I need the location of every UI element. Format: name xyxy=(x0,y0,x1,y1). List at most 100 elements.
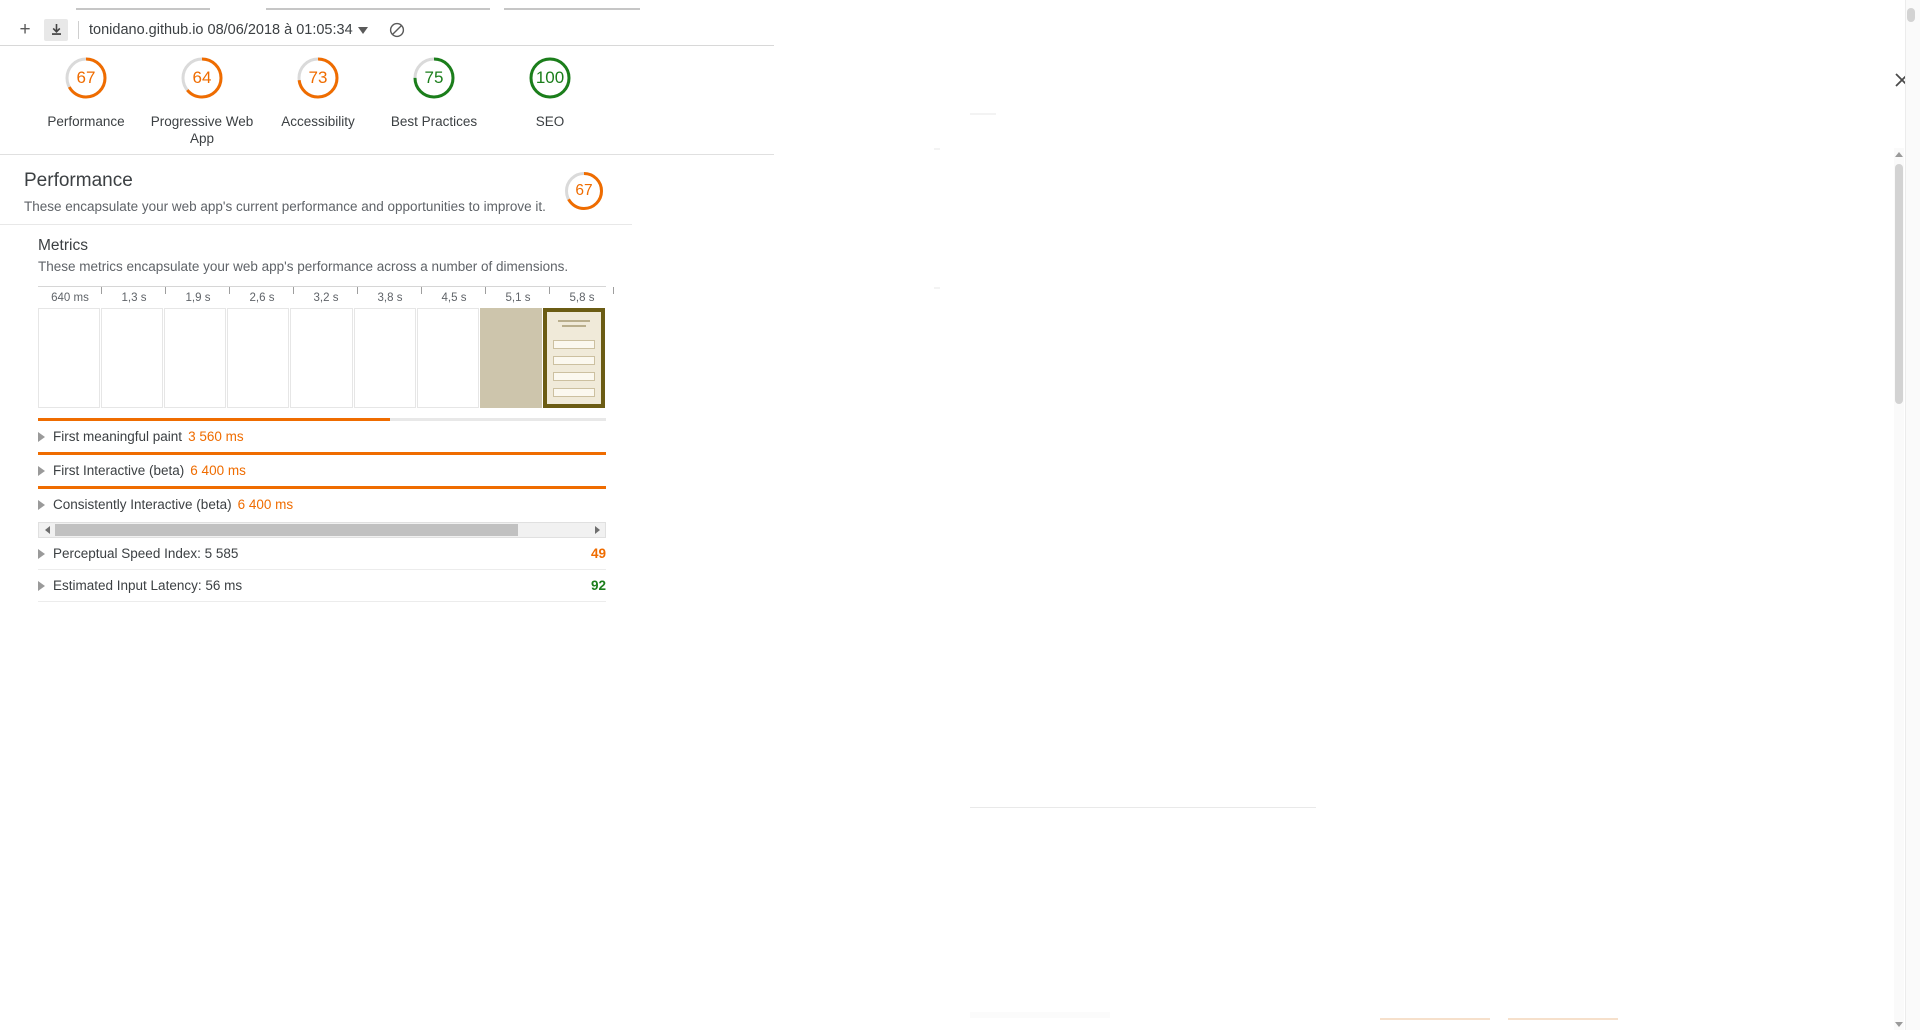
background-artifact xyxy=(934,148,940,150)
arrow-left-icon xyxy=(44,526,50,534)
arrow-down-icon xyxy=(1894,1021,1903,1027)
metric-row-consistently-interactive[interactable]: Consistently Interactive (beta) 6 400 ms xyxy=(38,489,606,520)
expand-triangle-icon[interactable] xyxy=(38,431,45,442)
export-report-button[interactable] xyxy=(44,18,68,41)
audits-toolbar: + tonidano.github.io 08/06/2018 à 01:05:… xyxy=(0,14,774,46)
scrollbar-thumb[interactable] xyxy=(1907,8,1915,22)
category-header: Performance These encapsulate your web a… xyxy=(0,156,632,224)
expand-triangle-icon[interactable] xyxy=(38,465,45,476)
metrics-section: Metrics These metrics encapsulate your w… xyxy=(0,224,632,602)
panel-vertical-scrollbar[interactable] xyxy=(1894,148,1904,1030)
tick-label: 4,5 s xyxy=(422,287,486,309)
frame-thumbnail xyxy=(546,312,601,404)
clear-all-button[interactable] xyxy=(384,18,410,42)
metric-row-first-interactive[interactable]: First Interactive (beta) 6 400 ms xyxy=(38,455,606,486)
tab-edge xyxy=(76,8,210,10)
gauge-seo[interactable]: 100 SEO xyxy=(492,55,608,130)
filmstrip-frame[interactable] xyxy=(290,308,353,408)
export-icon xyxy=(51,24,61,35)
filmstrip-frame[interactable] xyxy=(353,308,416,408)
filmstrip-frame[interactable] xyxy=(101,308,164,408)
metric-row-perceptual-speed-index[interactable]: Perceptual Speed Index: 5 585 49 xyxy=(38,538,606,569)
background-artifact xyxy=(970,807,1316,808)
gauge-value: 75 xyxy=(424,68,444,87)
plus-icon: + xyxy=(19,19,31,40)
background-artifact xyxy=(970,1012,1110,1018)
metric-progress-bar xyxy=(38,418,606,421)
gauge-ring: 100 xyxy=(527,55,573,101)
category-score-gauge: 67 xyxy=(563,170,605,212)
new-audit-button[interactable]: + xyxy=(12,18,38,42)
metric-row-first-meaningful-paint[interactable]: First meaningful paint 3 560 ms xyxy=(38,421,606,452)
gauge-label: SEO xyxy=(535,114,565,129)
metric-row-estimated-input-latency[interactable]: Estimated Input Latency: 56 ms 92 xyxy=(38,570,606,601)
gauge-progressive-web-app[interactable]: 64 Progressive Web App xyxy=(144,55,260,147)
tick-label: 1,3 s xyxy=(102,287,166,309)
outer-vertical-scrollbar[interactable] xyxy=(1905,0,1920,1030)
filmstrip-frame[interactable] xyxy=(38,308,101,408)
gauge-ring: 73 xyxy=(295,55,341,101)
toolbar-divider xyxy=(78,20,79,39)
scrollbar-thumb[interactable] xyxy=(1895,164,1903,404)
metric-name: First meaningful paint xyxy=(53,429,183,444)
devtools-audits-window: + tonidano.github.io 08/06/2018 à 01:05:… xyxy=(0,0,1920,1030)
background-artifact xyxy=(934,287,940,289)
tick-label: 5,8 s xyxy=(550,287,614,309)
filmstrip-ticks: 640 ms 1,3 s 1,9 s 2,6 s 3,2 s 3,8 s 4,5… xyxy=(38,286,614,309)
tick-label: 640 ms xyxy=(38,287,102,309)
gauge-value: 64 xyxy=(192,68,212,87)
metric-name: Perceptual Speed Index: 5 585 xyxy=(53,546,239,561)
background-artifact xyxy=(970,113,996,115)
tick-label: 3,2 s xyxy=(294,287,358,309)
page-title: Performance xyxy=(24,170,133,191)
expand-triangle-icon[interactable] xyxy=(38,499,45,510)
gauge-label: Best Practices xyxy=(390,114,478,129)
gauge-ring: 67 xyxy=(63,55,109,101)
horizontal-scrollbar[interactable] xyxy=(38,522,606,538)
metric-progress-fill xyxy=(38,486,606,489)
clear-icon xyxy=(389,22,404,37)
gauge-value: 73 xyxy=(308,68,328,87)
tick-label: 3,8 s xyxy=(358,287,422,309)
filmstrip-frame[interactable] xyxy=(416,308,479,408)
filmstrip-frames xyxy=(38,308,606,408)
metric-value: 6 400 ms xyxy=(190,463,246,478)
metric-progress-fill xyxy=(38,418,391,421)
gauge-value: 67 xyxy=(76,68,96,87)
category-score-value: 67 xyxy=(575,182,593,199)
score-gauges: 67 Performance 64 Progressive Web App 73… xyxy=(0,47,774,155)
row-divider xyxy=(38,601,606,602)
filmstrip-frame[interactable] xyxy=(164,308,227,408)
gauge-best-practices[interactable]: 75 Best Practices xyxy=(376,55,492,130)
scroll-down-button[interactable] xyxy=(1893,1018,1904,1030)
scroll-right-button[interactable] xyxy=(589,523,605,537)
gauge-ring: 75 xyxy=(411,55,457,101)
gauge-accessibility[interactable]: 73 Accessibility xyxy=(260,55,376,130)
chevron-down-icon xyxy=(357,27,368,34)
expand-triangle-icon[interactable] xyxy=(38,580,45,591)
filmstrip-frame[interactable] xyxy=(227,308,290,408)
background-artifact xyxy=(1508,1018,1618,1020)
performance-section: Performance These encapsulate your web a… xyxy=(0,156,632,602)
tab-edge xyxy=(504,8,640,10)
filmstrip-frame[interactable] xyxy=(542,308,605,408)
devtools-right-pane xyxy=(774,0,1920,1030)
scrollbar-thumb[interactable] xyxy=(55,524,518,536)
scroll-up-button[interactable] xyxy=(1893,148,1904,160)
gauge-label: Accessibility xyxy=(281,114,355,129)
background-artifact xyxy=(1380,1018,1490,1020)
scroll-left-button[interactable] xyxy=(39,523,55,537)
filmstrip: 640 ms 1,3 s 1,9 s 2,6 s 3,2 s 3,8 s 4,5… xyxy=(38,286,614,408)
gauge-ring: 64 xyxy=(179,55,225,101)
tick-label: 1,9 s xyxy=(166,287,230,309)
expand-triangle-icon[interactable] xyxy=(38,548,45,559)
gauge-label: Performance xyxy=(47,114,125,129)
gauge-performance[interactable]: 67 Performance xyxy=(28,55,144,130)
gauge-value: 100 xyxy=(535,68,565,87)
tab-strip xyxy=(0,0,774,12)
category-description: These encapsulate your web app's current… xyxy=(24,199,546,214)
metric-value: 6 400 ms xyxy=(237,497,294,512)
metric-progress-bar xyxy=(38,486,606,489)
audit-run-selector[interactable]: tonidano.github.io 08/06/2018 à 01:05:34 xyxy=(89,22,368,38)
filmstrip-frame[interactable] xyxy=(479,308,542,408)
